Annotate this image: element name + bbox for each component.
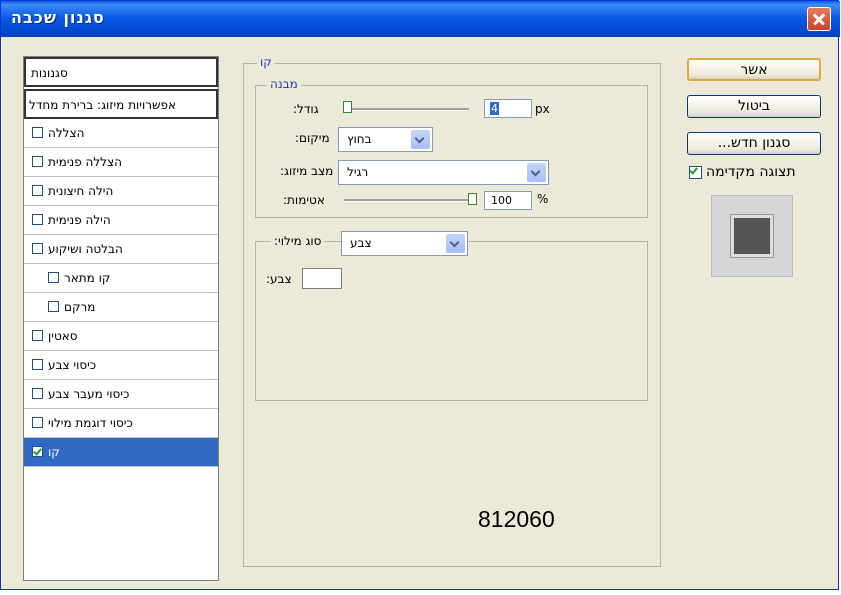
checkbox-checked[interactable]: [32, 446, 43, 457]
stroke-group-title: קו: [257, 55, 275, 69]
checkbox[interactable]: [48, 272, 59, 283]
check-icon: [689, 166, 700, 177]
blend-mode-label: :מצב מיזוג: [280, 164, 334, 178]
checkbox[interactable]: [32, 185, 43, 196]
close-icon[interactable]: [807, 7, 831, 31]
style-item-inner-shadow[interactable]: הצללה פנימית: [24, 148, 218, 177]
new-style-button[interactable]: ...סגנון חדש: [687, 132, 821, 155]
style-item-stroke[interactable]: קו: [24, 438, 218, 467]
chevron-down-icon[interactable]: [411, 130, 430, 149]
style-item-gradient-overlay[interactable]: כיסוי מעבר צבע: [24, 380, 218, 409]
opacity-slider-track[interactable]: [344, 199, 477, 202]
style-item-pattern-overlay[interactable]: כיסוי דוגמת מילוי: [24, 409, 218, 438]
preview-thumbnail: [711, 195, 793, 277]
style-item-inner-glow[interactable]: הילה פנימית: [24, 206, 218, 235]
layer-style-dialog: סגנון שכבה סגנונות אפשרויות מיזוג: ברירת…: [0, 0, 840, 590]
title-bar[interactable]: סגנון שכבה: [1, 1, 840, 37]
structure-group-title: מבנה: [267, 77, 301, 91]
checkbox[interactable]: [48, 301, 59, 312]
style-item-color-overlay[interactable]: כיסוי צבע: [24, 351, 218, 380]
styles-list: סגנונות אפשרויות מיזוג: ברירת מחדל הצללה…: [23, 56, 219, 581]
cancel-button[interactable]: ביטול: [687, 95, 821, 118]
size-unit: px: [535, 102, 550, 116]
style-item-satin[interactable]: סאטין: [24, 322, 218, 351]
blend-mode-select[interactable]: רגיל: [338, 160, 549, 185]
fill-type-select[interactable]: צבע: [341, 231, 468, 256]
preview-square: [731, 215, 773, 257]
ok-button[interactable]: אשר: [687, 58, 821, 81]
window-title: סגנון שכבה: [11, 8, 105, 27]
position-select[interactable]: בחוץ: [338, 127, 433, 152]
fill-type-label: :סוג מילוי: [271, 234, 325, 248]
opacity-unit: %: [537, 192, 549, 206]
checkbox[interactable]: [32, 243, 43, 254]
color-label: :צבע: [266, 272, 292, 286]
style-item-outer-glow[interactable]: הילה חיצונית: [24, 177, 218, 206]
opacity-label: :אטימות: [283, 193, 325, 207]
style-item-texture[interactable]: מרקם: [24, 293, 218, 322]
style-item-bevel-emboss[interactable]: הבלטה ושיקוע: [24, 235, 218, 264]
preview-checkbox[interactable]: [689, 166, 702, 179]
styles-header[interactable]: סגנונות: [24, 57, 218, 87]
size-input[interactable]: 4: [484, 99, 532, 118]
checkbox[interactable]: [32, 214, 43, 225]
opacity-input[interactable]: 100: [484, 191, 532, 210]
blending-options-item[interactable]: אפשרויות מיזוג: ברירת מחדל: [24, 89, 218, 119]
opacity-slider-thumb[interactable]: [468, 193, 477, 205]
checkbox[interactable]: [32, 359, 43, 370]
size-slider-thumb[interactable]: [343, 101, 352, 113]
preview-label: תצוגה מקדימה: [706, 164, 796, 180]
chevron-down-icon[interactable]: [527, 163, 546, 182]
size-slider-track[interactable]: [344, 108, 469, 111]
checkbox[interactable]: [32, 417, 43, 428]
chevron-down-icon[interactable]: [446, 234, 465, 253]
overlay-number: 812060: [478, 506, 555, 532]
checkbox[interactable]: [32, 127, 43, 138]
style-item-contour[interactable]: קו מתאר: [24, 264, 218, 293]
fill-type-group: [255, 241, 648, 401]
size-label: :גודל: [293, 102, 319, 116]
position-label: :מיקום: [295, 131, 330, 145]
checkbox[interactable]: [32, 388, 43, 399]
color-swatch[interactable]: [302, 268, 342, 289]
checkbox[interactable]: [32, 330, 43, 341]
checkbox[interactable]: [32, 156, 43, 167]
style-item-drop-shadow[interactable]: הצללה: [24, 119, 218, 148]
